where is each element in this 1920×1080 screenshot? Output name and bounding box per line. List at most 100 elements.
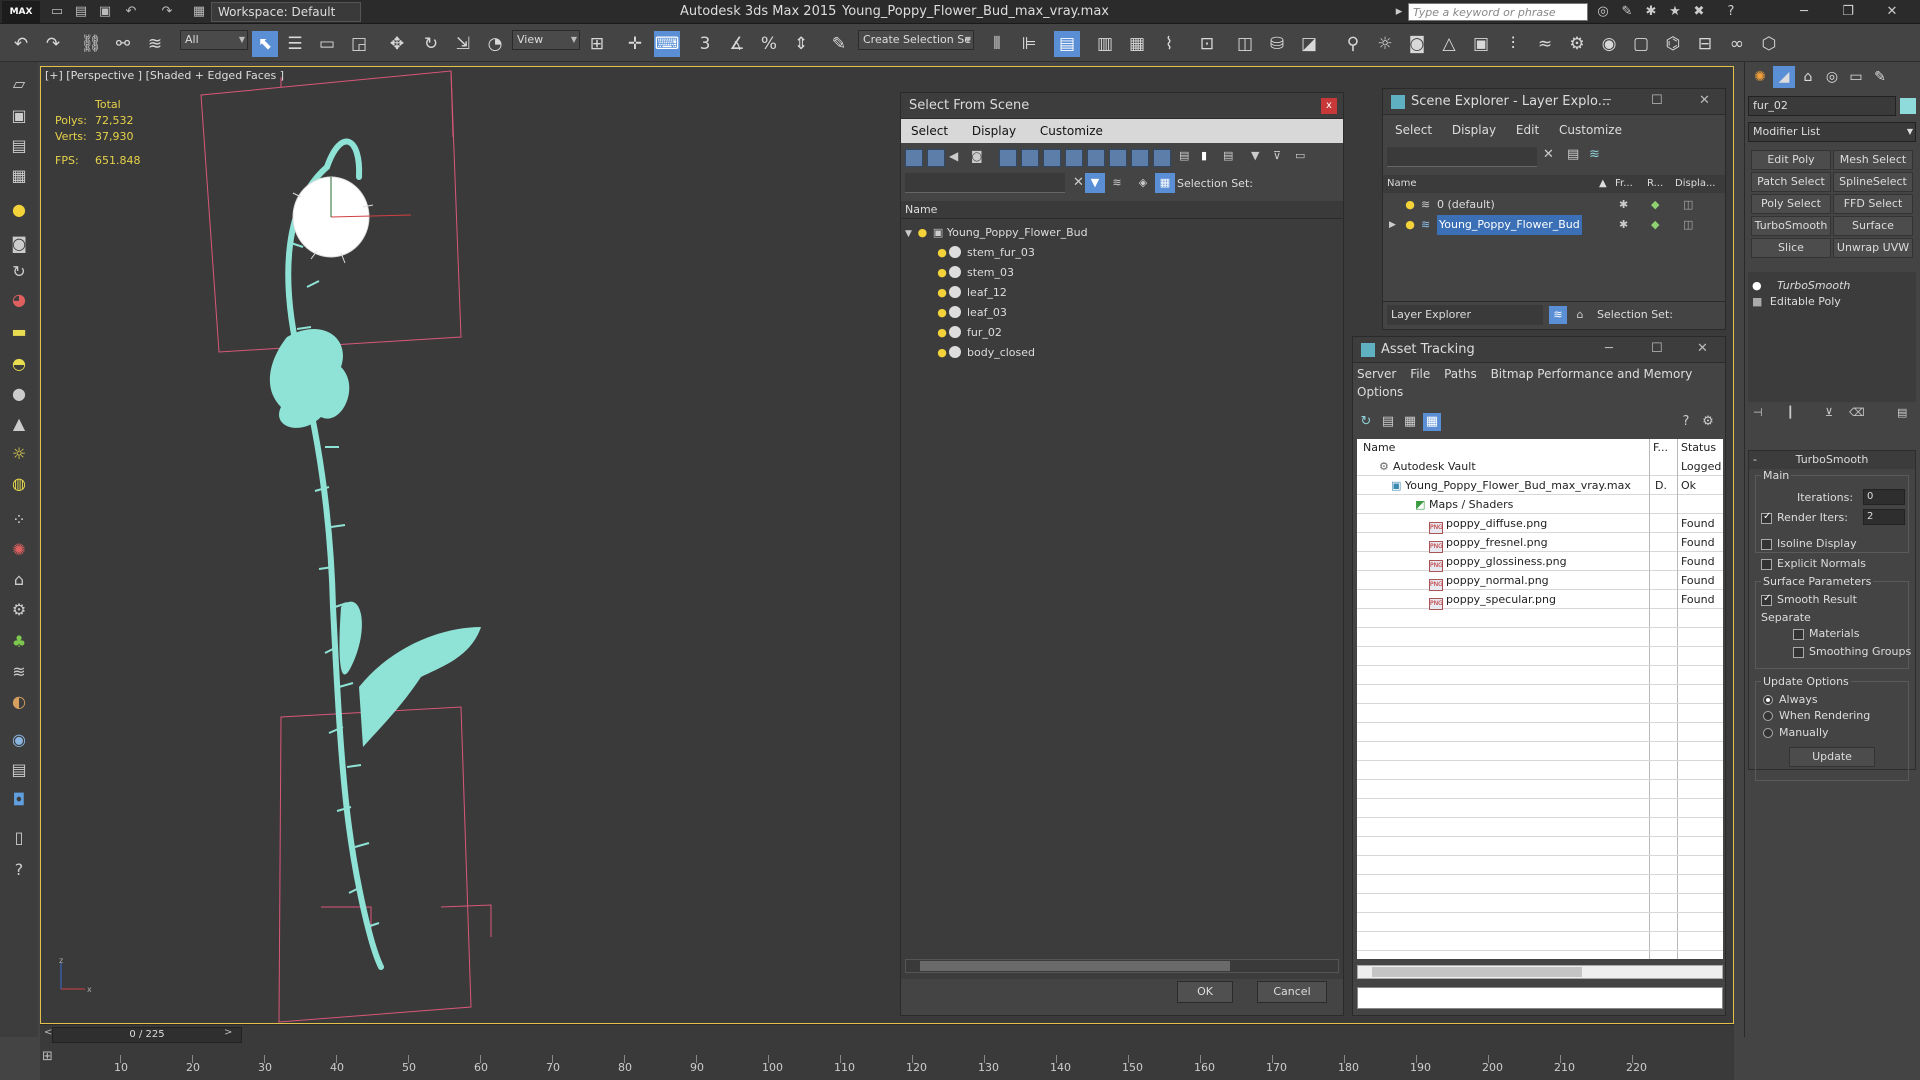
group-filter-icon[interactable] bbox=[1043, 149, 1061, 167]
filter-options-icon[interactable]: ⊽ bbox=[1273, 149, 1291, 167]
horizontal-scrollbar[interactable] bbox=[905, 959, 1339, 973]
menu-file[interactable]: File bbox=[1410, 367, 1430, 381]
frame-ruler[interactable]: 10 20 30 40 50 60 70 80 90 100 110 120 130 140 150 160 1… bbox=[90, 1055, 1730, 1075]
col-full-path[interactable]: F... bbox=[1653, 439, 1668, 457]
col-frozen[interactable]: Fr... bbox=[1615, 175, 1633, 193]
window-crossing-icon[interactable]: ◲ bbox=[346, 31, 372, 57]
table-row[interactable]: ◩ Maps / Shaders bbox=[1357, 495, 1723, 514]
unwrap-uvw-button[interactable]: Unwrap UVW bbox=[1833, 238, 1913, 258]
place-icon[interactable]: ◔ bbox=[482, 31, 508, 57]
make-unique-icon[interactable]: ⊻ bbox=[1825, 406, 1833, 419]
table-row[interactable]: PNG poppy_normal.png Found bbox=[1357, 571, 1723, 591]
layers-icon[interactable]: ◈ bbox=[1133, 173, 1153, 193]
object-color-swatch[interactable] bbox=[1900, 98, 1916, 114]
workspace-dropdown[interactable]: Workspace: Default bbox=[211, 2, 361, 22]
move-icon[interactable]: ✥ bbox=[384, 31, 410, 57]
selection-filter-dropdown[interactable]: All ▼ bbox=[180, 30, 248, 50]
angle-snap-icon[interactable]: ∡ bbox=[724, 31, 750, 57]
always-radio[interactable] bbox=[1763, 695, 1773, 705]
material-icon[interactable]: ◕ bbox=[6, 288, 32, 312]
freeze-icon[interactable]: ✱ bbox=[1619, 195, 1628, 215]
freeze-icon[interactable]: ✱ bbox=[1619, 215, 1628, 235]
prev-frame-icon[interactable]: < bbox=[44, 1027, 52, 1038]
tree-row[interactable]: ● leaf_03 bbox=[901, 303, 1343, 323]
bind-spacewarp-icon[interactable]: ≋ bbox=[142, 31, 168, 57]
edit-named-selection-icon[interactable]: ✎ bbox=[826, 31, 852, 57]
shape-filter-icon[interactable] bbox=[927, 149, 945, 167]
restore-icon[interactable]: ❐ bbox=[1834, 2, 1862, 22]
geometry-filter-icon[interactable] bbox=[905, 149, 923, 167]
globe-icon[interactable]: ◉ bbox=[6, 728, 32, 752]
filter-toggle-icon[interactable]: ▼ bbox=[1085, 173, 1105, 193]
rectangular-selection-icon[interactable]: ▭ bbox=[314, 31, 340, 57]
col-status[interactable]: Status bbox=[1681, 439, 1716, 457]
layer-icon[interactable]: ▤ bbox=[6, 758, 32, 782]
motion-tab-icon[interactable]: ◎ bbox=[1821, 66, 1843, 88]
col-name[interactable]: Name bbox=[1363, 439, 1395, 457]
create-tab-icon[interactable]: ✺ bbox=[1749, 66, 1771, 88]
toggle-layer-explorer-icon[interactable]: ▥ bbox=[1092, 31, 1118, 57]
object-name-input[interactable]: fur_02 bbox=[1748, 96, 1896, 116]
track-bar-icon[interactable]: ⊞ bbox=[42, 1049, 72, 1067]
remove-modifier-icon[interactable]: ⌫ bbox=[1849, 406, 1865, 419]
hierarchy-icon[interactable]: ⌂ bbox=[6, 568, 32, 592]
align-icon[interactable]: ⊫ bbox=[1016, 31, 1042, 57]
column-divider[interactable] bbox=[1677, 439, 1678, 457]
create-icon[interactable]: ▱ bbox=[6, 72, 32, 96]
bulb-icon[interactable]: ● bbox=[935, 263, 949, 283]
layer-row[interactable]: ● ≋ 0 (default) ✱ ◆ ◫ bbox=[1383, 195, 1725, 215]
close-icon[interactable]: ✕ bbox=[1878, 2, 1906, 22]
omni-light-icon[interactable]: ● bbox=[6, 198, 32, 222]
schematic-view-icon[interactable]: ⊡ bbox=[1194, 31, 1220, 57]
toggle-ribbon-icon[interactable]: ▦ bbox=[1124, 31, 1150, 57]
helper-icon[interactable]: ⫶ bbox=[1500, 31, 1526, 57]
spacewarp-filter-icon[interactable] bbox=[1021, 149, 1039, 167]
close-icon[interactable]: ✕ bbox=[1697, 341, 1708, 356]
poly-select-button[interactable]: Poly Select bbox=[1751, 194, 1831, 214]
layer-options-icon[interactable]: ≋ bbox=[1589, 147, 1600, 162]
table-row[interactable]: PNG poppy_specular.png Found bbox=[1357, 590, 1723, 610]
render-setup-icon[interactable]: ⛁ bbox=[1264, 31, 1290, 57]
iterations-spinner[interactable]: 0 bbox=[1863, 489, 1905, 505]
cone-icon[interactable]: ▲ bbox=[6, 412, 32, 436]
open-file-icon[interactable]: ▤ bbox=[72, 3, 90, 21]
table-row[interactable]: PNG poppy_fresnel.png Found bbox=[1357, 533, 1723, 553]
explorer-type-dropdown[interactable]: Layer Explorer bbox=[1387, 305, 1543, 325]
systems-icon[interactable]: ⚙ bbox=[1564, 31, 1590, 57]
menu-customize[interactable]: Customize bbox=[1040, 124, 1103, 138]
gear-icon[interactable]: ⚙ bbox=[6, 598, 32, 622]
utilities-tab-icon[interactable]: ✎ bbox=[1869, 66, 1891, 88]
bulb-icon[interactable]: ● bbox=[935, 343, 949, 363]
when-rendering-radio[interactable] bbox=[1763, 711, 1773, 721]
tree-row[interactable]: ● body_closed bbox=[901, 343, 1343, 363]
lighting-analysis-icon[interactable]: ⌬ bbox=[1660, 31, 1686, 57]
layer-row-selected[interactable]: ▶ ● ≋ Young_Poppy_Flower_Bud ✱ ◆ ◫ bbox=[1383, 215, 1725, 235]
camera-icon[interactable]: ◙ bbox=[1404, 31, 1430, 57]
find-input[interactable] bbox=[1387, 147, 1537, 167]
mesh-select-button[interactable]: Mesh Select bbox=[1833, 150, 1913, 170]
menu-display[interactable]: Display bbox=[972, 124, 1016, 138]
settings-icon[interactable]: ⚙ bbox=[1699, 413, 1717, 431]
manually-radio[interactable] bbox=[1763, 728, 1773, 738]
plane-icon[interactable]: ▤ bbox=[6, 134, 32, 158]
surface-select-button[interactable]: Surface Select bbox=[1833, 216, 1913, 250]
select-manipulate-icon[interactable]: ✛ bbox=[622, 31, 648, 57]
app-logo[interactable]: MAX bbox=[2, 1, 40, 23]
particle-icon[interactable]: ✺ bbox=[6, 538, 32, 562]
scale-icon[interactable]: ⇲ bbox=[450, 31, 476, 57]
menu-display[interactable]: Display bbox=[1452, 123, 1496, 137]
vray-render-icon[interactable]: ◉ bbox=[1596, 31, 1622, 57]
bulb-icon[interactable]: ● bbox=[1403, 195, 1417, 215]
bulb-icon[interactable]: ● bbox=[1403, 215, 1417, 235]
time-slider[interactable]: 0 / 225 bbox=[52, 1027, 242, 1043]
thumbnail-view-icon[interactable]: ▦ bbox=[1401, 413, 1419, 431]
table-row[interactable]: ▣ Young_Poppy_Flower_Bud_max_vray.max D.… bbox=[1357, 476, 1723, 495]
stack-item-editable-poly[interactable]: ■ Editable Poly bbox=[1752, 294, 1841, 310]
minimize-icon[interactable]: ─ bbox=[1605, 341, 1613, 356]
render-iters-spinner[interactable]: 2 bbox=[1863, 509, 1905, 525]
rectangle-icon[interactable]: ▬ bbox=[6, 320, 32, 344]
undo-icon[interactable]: ↶ bbox=[122, 3, 140, 21]
render-iters-checkbox[interactable] bbox=[1761, 511, 1772, 524]
minimize-icon[interactable]: ─ bbox=[1790, 2, 1818, 22]
find-input[interactable] bbox=[905, 173, 1065, 193]
